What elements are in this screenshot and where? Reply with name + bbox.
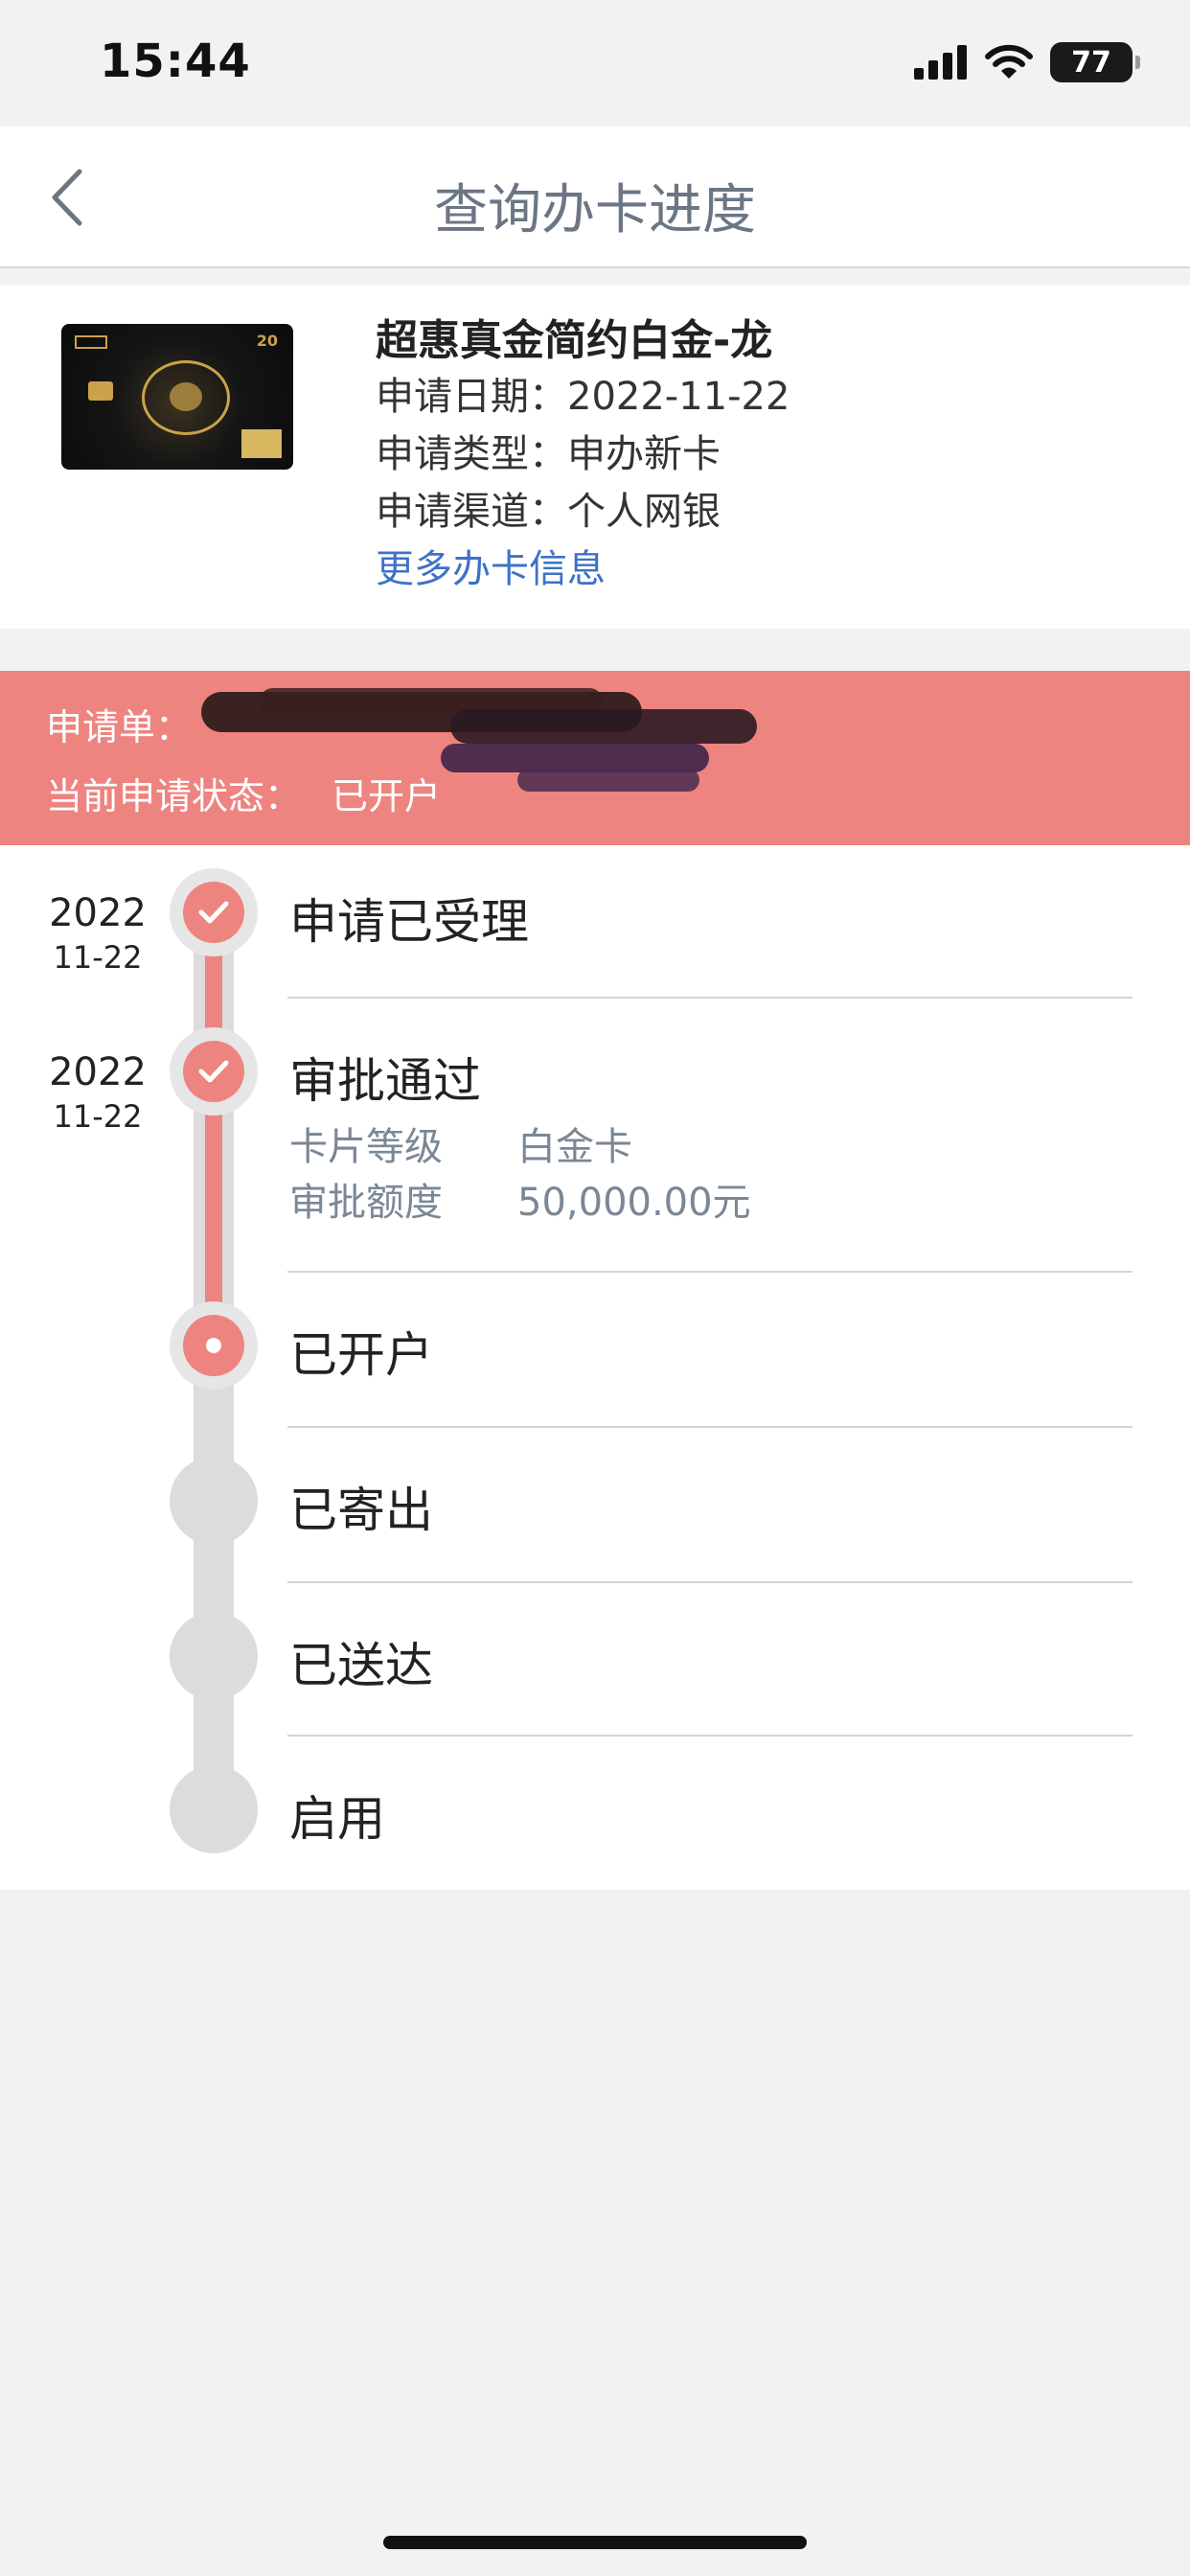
card-text: 超惠真金简约白金-龙 申请日期：2022-11-22 申请类型：申办新卡 申请渠… [376,314,790,598]
step-pending-marker [170,1457,258,1545]
step-title: 已送达 [289,1638,433,1693]
status-label: 当前申请状态： [46,775,302,817]
timeline-progress [205,912,222,1346]
page-title: 查询办卡进度 [434,179,756,242]
step-pending-marker [170,1612,258,1700]
detail-row: 审批额度 50,000.00元 [289,1171,751,1227]
apply-channel: 申请渠道：个人网银 [376,490,721,534]
step-divider [287,997,1133,999]
application-status-banner: 申请单： 当前申请状态： 已开户 [0,671,1190,845]
wifi-icon [985,44,1033,79]
step-year: 2022 [49,891,147,935]
card-chip-icon [88,381,113,401]
bank-logo-icon [75,335,107,349]
step-current-marker [170,1301,258,1390]
progress-timeline: 2022 11-22 申请已受理 2022 11-22 审批通过 卡片等级 白金… [0,845,1190,1890]
step-done-marker [170,1027,258,1116]
step-done-marker [170,868,258,956]
card-name: 超惠真金简约白金-龙 [376,316,773,365]
status-value: 已开户 [332,775,442,817]
more-card-info-link[interactable]: 更多办卡信息 [376,540,790,598]
check-icon [198,901,229,924]
battery-level: 77 [1071,45,1111,80]
status-time: 15:44 [100,34,251,88]
cellular-signal-icon [914,45,967,80]
apply-type: 申请类型：申办新卡 [376,432,721,476]
apply-date: 申请日期：2022-11-22 [376,375,790,419]
step-year: 2022 [49,1050,147,1094]
step-title: 申请已受理 [289,894,529,950]
order-label: 申请单： [46,706,193,748]
detail-value: 50,000.00元 [517,1181,751,1225]
step-title: 已开户 [289,1327,433,1383]
step-pending-marker [170,1765,258,1853]
card-image: 20 [61,324,293,470]
step-divider [287,1271,1133,1273]
detail-label: 卡片等级 [289,1125,443,1169]
detail-row: 卡片等级 白金卡 [289,1116,632,1171]
home-indicator[interactable] [383,2536,807,2549]
step-title: 启用 [289,1791,385,1847]
step-date: 11-22 [53,1098,143,1135]
check-icon [198,1060,229,1083]
card-info-panel: 20 超惠真金简约白金-龙 申请日期：2022-11-22 申请类型：申办新卡 … [0,286,1190,629]
card-emblem-icon [142,360,230,435]
step-title: 已寄出 [289,1483,433,1538]
status-bar: 15:44 77 [0,0,1190,126]
detail-value: 白金卡 [517,1125,632,1169]
step-date: 11-22 [53,939,143,976]
step-title: 审批通过 [289,1053,481,1109]
current-status: 当前申请状态： 已开户 [46,767,441,819]
step-divider [287,1426,1133,1428]
status-icons: 77 [914,42,1140,82]
redaction-mark [201,688,757,792]
step-divider [287,1581,1133,1583]
nav-bar: 查询办卡进度 [0,126,1190,268]
step-divider [287,1735,1133,1736]
card-network-icon [241,429,282,458]
detail-label: 审批额度 [289,1181,443,1225]
card-badge-text: 20 [256,332,278,350]
battery-icon: 77 [1050,42,1140,82]
